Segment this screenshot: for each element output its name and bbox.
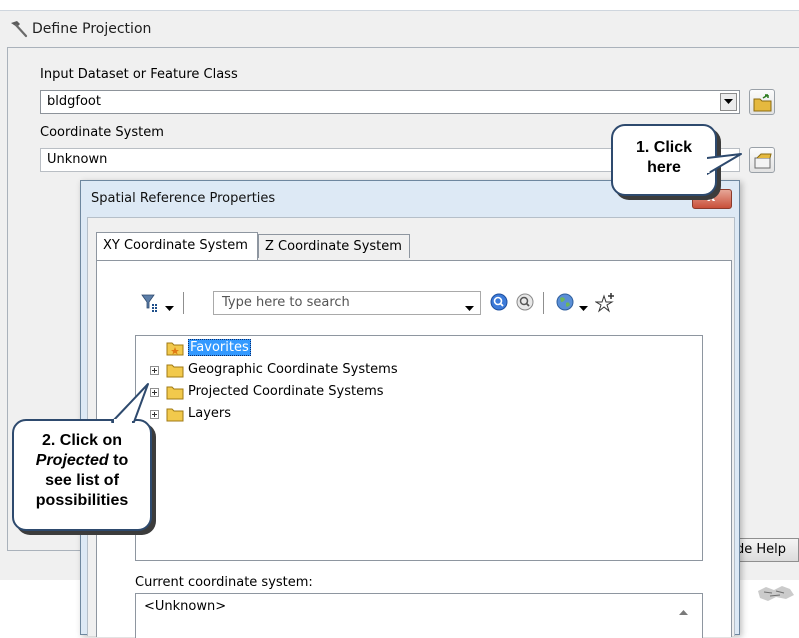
- dialog-title: Spatial Reference Properties: [91, 191, 276, 206]
- tree-label-layers: Layers: [188, 406, 232, 421]
- current-coordinate-system-box: <Unknown>: [135, 593, 703, 638]
- coordinate-system-label: Coordinate System: [40, 125, 164, 140]
- chevron-down-icon: [724, 99, 733, 104]
- callout-2-line-2: Projected to: [14, 451, 150, 471]
- favorites-folder-icon: [166, 340, 184, 360]
- tab-xy-label: XY Coordinate System: [103, 238, 248, 253]
- browse-input-button[interactable]: [749, 89, 775, 115]
- callout-1-pointer: [707, 153, 742, 175]
- clear-search-icon[interactable]: [515, 292, 535, 316]
- tree-label-favorites: Favorites: [188, 339, 251, 356]
- expand-plus-icon[interactable]: [150, 366, 159, 375]
- globe-icon[interactable]: [555, 292, 575, 316]
- callout-2-projected-word: Projected: [35, 452, 109, 469]
- input-dataset-dropdown-arrow[interactable]: [720, 93, 737, 111]
- current-coordinate-system-value: <Unknown>: [144, 599, 227, 614]
- folder-icon: [166, 406, 184, 426]
- coordinate-system-tree: Favorites Geographic Coordinate Systems …: [135, 335, 703, 561]
- callout-2-pointer: [111, 383, 149, 423]
- input-dataset-label: Input Dataset or Feature Class: [40, 67, 238, 82]
- scroll-up-arrow-icon[interactable]: [679, 604, 688, 619]
- current-coordinate-system-label: Current coordinate system:: [135, 575, 313, 590]
- dialog-body: XY Coordinate System Z Coordinate System…: [87, 217, 735, 638]
- search-placeholder: Type here to search: [222, 295, 350, 310]
- tree-label-projected: Projected Coordinate Systems: [188, 384, 384, 399]
- callout-2-line-4: possibilities: [35, 492, 129, 509]
- input-dataset-value: bldgfoot: [47, 94, 101, 109]
- callout-click-projected: 2. Click on Projected to see list of pos…: [12, 419, 152, 531]
- spatial-reference-dialog: Spatial Reference Properties x XY Coordi…: [80, 180, 740, 638]
- tool-help-button[interactable]: de Help: [735, 538, 799, 562]
- hammer-icon: [8, 19, 28, 39]
- top-strip: [0, 0, 799, 10]
- callout-1-line-2: here: [647, 159, 681, 176]
- callout-2-line-3: see list of: [45, 472, 119, 489]
- tree-label-geographic: Geographic Coordinate Systems: [188, 362, 398, 377]
- spatial-reference-icon: [754, 153, 772, 169]
- tab-z-label: Z Coordinate System: [265, 239, 402, 254]
- filter-dropdown-chevron-down-icon[interactable]: [165, 301, 174, 316]
- callout-click-here: 1. Click here: [611, 124, 717, 196]
- tab-z-coordinate-system[interactable]: Z Coordinate System: [258, 234, 410, 258]
- folder-icon: [166, 384, 184, 404]
- callout-2-line-2-suffix: to: [108, 452, 129, 469]
- toolbar-divider-2: [543, 292, 544, 314]
- globe-dropdown-chevron-down-icon[interactable]: [579, 301, 588, 316]
- window-titlebar: Define Projection: [0, 11, 799, 47]
- map-fragment-image: [758, 586, 794, 601]
- tab-xy-coordinate-system[interactable]: XY Coordinate System: [96, 232, 258, 260]
- window-title: Define Projection: [32, 21, 152, 37]
- tool-help-label: de Help: [736, 542, 787, 557]
- coordinate-system-value: Unknown: [47, 152, 108, 167]
- folder-icon: [166, 362, 184, 382]
- search-input[interactable]: Type here to search: [213, 291, 481, 315]
- search-icon[interactable]: [489, 292, 509, 316]
- add-favorite-star-icon[interactable]: [594, 291, 617, 317]
- callout-2-line-1: 2. Click on: [41, 432, 123, 449]
- xy-tab-page: Type here to search Favorites Geographic…: [96, 260, 732, 638]
- callout-1-line-1: 1. Click: [635, 139, 693, 156]
- spatial-reference-button[interactable]: [749, 147, 775, 173]
- toolbar-divider: [183, 292, 184, 314]
- input-dataset-combo[interactable]: bldgfoot: [40, 90, 740, 114]
- open-folder-icon: [753, 94, 772, 112]
- filter-icon[interactable]: [141, 293, 161, 317]
- search-dropdown-chevron-down-icon[interactable]: [465, 301, 474, 316]
